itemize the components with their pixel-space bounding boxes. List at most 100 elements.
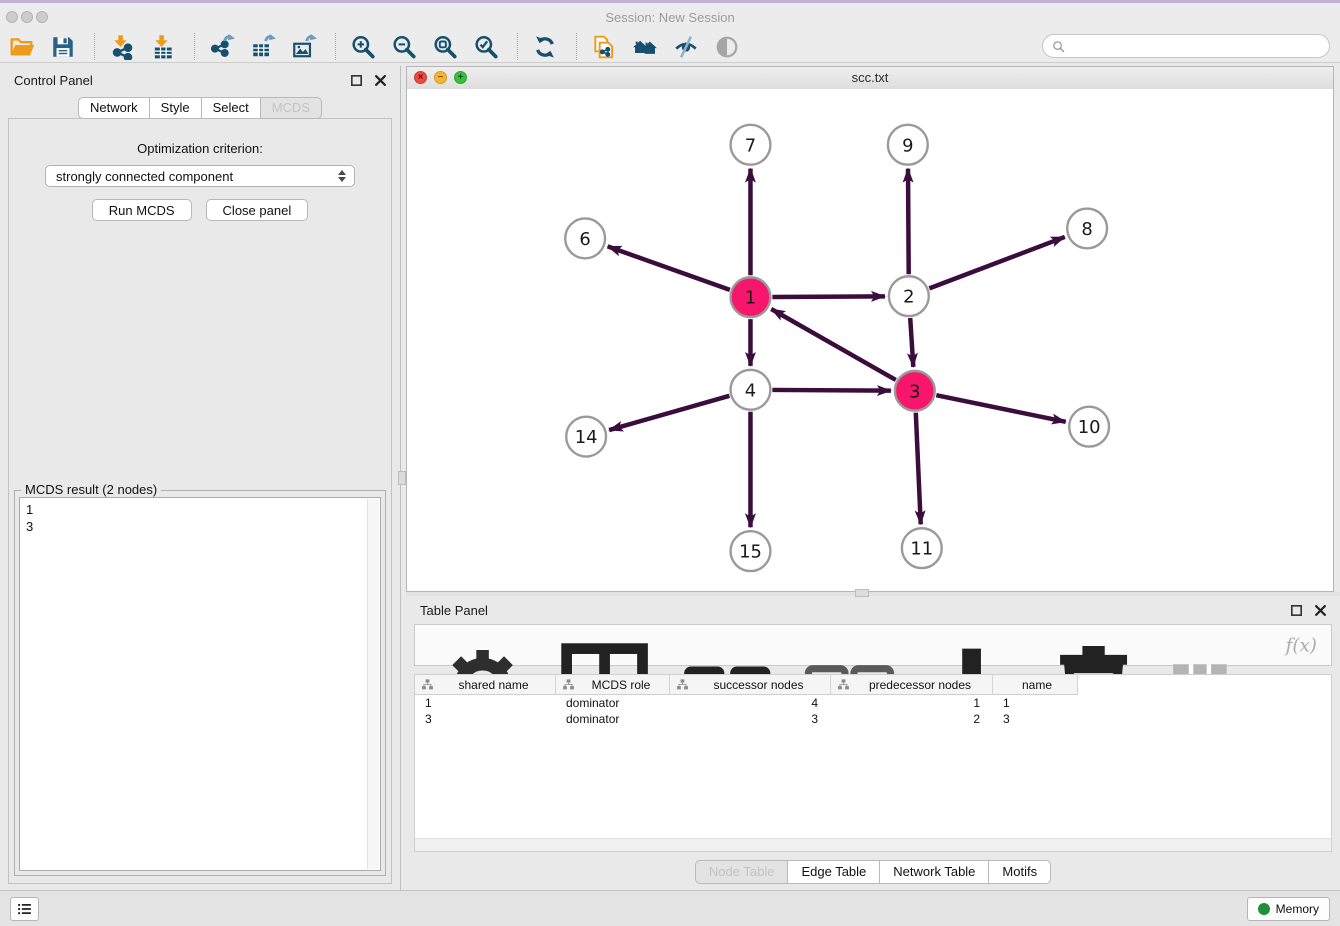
open-folder-button[interactable] — [8, 33, 36, 60]
graph-node-10[interactable]: 10 — [1069, 407, 1109, 447]
graph-node-9[interactable]: 9 — [888, 125, 928, 165]
run-mcds-button[interactable]: Run MCDS — [92, 199, 192, 221]
column-header-name[interactable]: name — [993, 675, 1078, 694]
control-panel-float-button[interactable] — [349, 73, 364, 88]
import-table-button[interactable] — [149, 33, 177, 60]
network-zoom-button[interactable]: + — [454, 71, 467, 84]
style-preview-button[interactable] — [672, 33, 700, 60]
svg-text:7: 7 — [745, 135, 756, 156]
network-close-button[interactable]: × — [414, 71, 427, 84]
delete-button[interactable] — [1038, 631, 1149, 659]
table-row[interactable]: 1dominator411 — [415, 695, 1078, 711]
tab-edge-table[interactable]: Edge Table — [787, 860, 880, 884]
network-minimize-button[interactable]: − — [434, 71, 447, 84]
graph-edge-3-1[interactable] — [771, 309, 896, 380]
select-stepper-icon — [335, 170, 349, 182]
table-horizontal-scrollbar[interactable] — [415, 838, 1331, 851]
close-panel-button[interactable]: Close panel — [206, 199, 309, 221]
column-header-successor-nodes[interactable]: successor nodes — [670, 675, 831, 694]
graph-node-1[interactable]: 1 — [731, 277, 771, 317]
home-button[interactable] — [631, 33, 659, 60]
tab-node-table[interactable]: Node Table — [695, 860, 789, 884]
control-panel-close-button[interactable] — [373, 73, 388, 88]
refresh-button[interactable] — [531, 33, 559, 60]
column-label: shared name — [434, 678, 553, 692]
table-header-row: shared name MCDS rolesuccessor nodesprede… — [415, 675, 1078, 695]
export-image-button[interactable] — [290, 33, 318, 60]
splitter-handle-vertical[interactable] — [398, 471, 406, 485]
mcds-result-line: 3 — [26, 518, 361, 535]
graph-node-14[interactable]: 14 — [566, 417, 606, 457]
network-canvas[interactable]: 1 2 3 4 6 7 8 9 10 11 14 15 — [407, 89, 1333, 591]
zoom-selected-button[interactable] — [472, 33, 500, 60]
svg-text:15: 15 — [739, 542, 762, 563]
toolbar-separator — [194, 33, 196, 60]
zoom-in-icon — [350, 34, 376, 60]
graph-edge-3-11[interactable] — [916, 413, 921, 525]
import-network-button[interactable] — [108, 33, 136, 60]
table-toolbar: f(x) — [414, 624, 1332, 666]
criterion-select[interactable]: strongly connected component — [45, 165, 355, 187]
graph-edge-2-9[interactable] — [908, 169, 909, 275]
graph-node-2[interactable]: 2 — [889, 276, 929, 316]
graph-node-3[interactable]: 3 — [895, 371, 935, 411]
tab-mcds[interactable]: MCDS — [260, 97, 322, 119]
column-header-shared-name[interactable]: shared name — [415, 675, 556, 694]
graph-edge-4-3[interactable] — [772, 390, 891, 391]
clone-network-button[interactable] — [590, 33, 618, 60]
search-input[interactable] — [1070, 38, 1321, 54]
graph-node-11[interactable]: 11 — [902, 528, 942, 568]
gear-button[interactable] — [427, 631, 538, 659]
svg-text:6: 6 — [579, 229, 590, 250]
graph-edge-4-14[interactable] — [609, 396, 729, 430]
table-panel-float-button[interactable] — [1289, 603, 1304, 618]
clone-network-icon — [591, 34, 617, 60]
graph-node-7[interactable]: 7 — [731, 125, 771, 165]
search-box[interactable] — [1042, 34, 1330, 58]
memory-status-icon — [1258, 903, 1270, 915]
select-all-button[interactable] — [671, 631, 782, 659]
export-table-button[interactable] — [249, 33, 277, 60]
zoom-in-button[interactable] — [349, 33, 377, 60]
network-window-titlebar[interactable]: × − + scc.txt — [407, 67, 1333, 90]
network-view-window: × − + scc.txt 1 2 3 4 6 7 8 9 10 11 14 15 — [406, 66, 1334, 592]
memory-button[interactable]: Memory — [1247, 897, 1330, 921]
eye-button[interactable] — [713, 33, 741, 60]
tab-style[interactable]: Style — [149, 97, 202, 119]
graph-edge-2-3[interactable] — [910, 318, 913, 367]
deselect-all-button[interactable] — [793, 631, 904, 659]
column-header-predecessor-nodes[interactable]: predecessor nodes — [831, 675, 993, 694]
tab-network-table[interactable]: Network Table — [879, 860, 989, 884]
graph-node-4[interactable]: 4 — [731, 370, 771, 410]
mcds-result-box[interactable]: 13 — [19, 497, 381, 871]
graph-edge-1-6[interactable] — [608, 246, 730, 289]
splitter-horizontal[interactable] — [406, 592, 1340, 596]
tab-select[interactable]: Select — [201, 97, 261, 119]
graph-node-15[interactable]: 15 — [731, 531, 771, 571]
save-button[interactable] — [49, 33, 77, 60]
tab-network[interactable]: Network — [78, 97, 150, 119]
export-network-button[interactable] — [208, 33, 236, 60]
table-row[interactable]: 3dominator323 — [415, 711, 1078, 727]
graph-edge-1-2[interactable] — [772, 296, 885, 297]
column-label: MCDS role — [575, 678, 667, 692]
tab-motifs[interactable]: Motifs — [988, 860, 1051, 884]
graph-edge-3-10[interactable] — [936, 395, 1065, 422]
zoom-out-button[interactable] — [390, 33, 418, 60]
svg-text:2: 2 — [903, 287, 914, 308]
add-button[interactable] — [916, 631, 1027, 659]
result-scrollbar[interactable] — [367, 499, 379, 869]
zoom-fit-button[interactable] — [431, 33, 459, 60]
task-history-button[interactable] — [10, 897, 39, 921]
graph-node-6[interactable]: 6 — [565, 218, 605, 258]
application-window: { "window": { "title": "Session: New Ses… — [0, 0, 1340, 926]
graph-edge-2-8[interactable] — [929, 237, 1064, 288]
mcds-result-title: MCDS result (2 nodes) — [21, 482, 161, 497]
table-panel: Table Panel f(x) shared nameMCDS rolesuc… — [406, 596, 1340, 890]
graph-node-8[interactable]: 8 — [1067, 209, 1107, 249]
table-panel-close-button[interactable] — [1313, 603, 1328, 618]
splitter-handle-horizontal[interactable] — [855, 589, 869, 597]
column-header-mcds-role[interactable]: MCDS role — [556, 675, 670, 694]
cell-name: 1 — [993, 696, 1078, 710]
columns-button[interactable] — [549, 631, 660, 659]
